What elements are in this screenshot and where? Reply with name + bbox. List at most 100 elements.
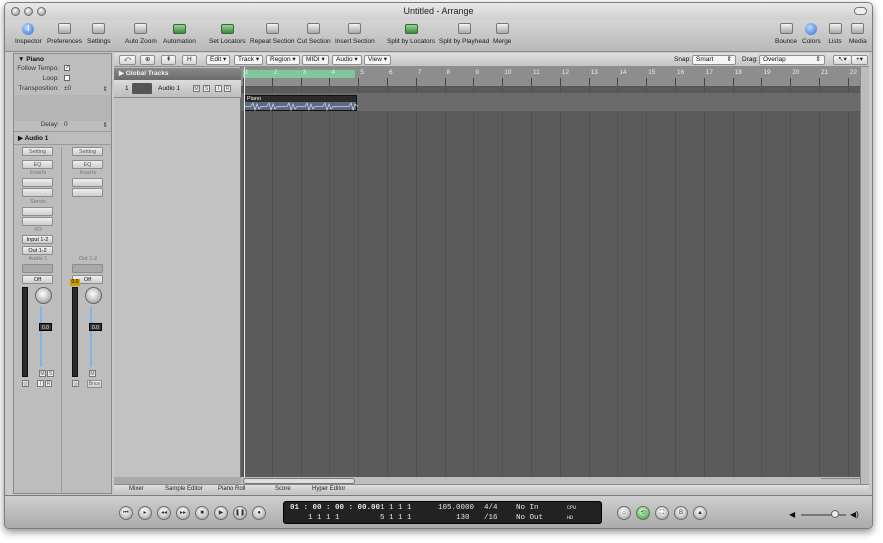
send-slot[interactable] bbox=[22, 207, 53, 216]
preferences-button[interactable]: Preferences bbox=[47, 23, 82, 45]
pencil-tool-icon[interactable]: +▾ bbox=[851, 55, 869, 65]
track-parameters-header[interactable]: ▶ Audio 1 bbox=[14, 131, 111, 145]
play-button[interactable]: ▶ bbox=[214, 506, 228, 520]
follow-tempo-checkbox[interactable]: ✓ bbox=[64, 65, 70, 71]
bounce-button[interactable]: Bnce bbox=[87, 380, 102, 388]
record-button[interactable]: ● bbox=[252, 506, 266, 520]
pause-button[interactable]: ❚❚ bbox=[233, 506, 247, 520]
metronome-button[interactable]: ▲ bbox=[693, 506, 707, 520]
output-button[interactable]: Out 1-2 bbox=[22, 246, 53, 255]
tab-piano-roll[interactable]: Piano Roll bbox=[218, 486, 245, 492]
bar-ruler[interactable]: 1 2 3 4 5 6 7 8 9 10 11 12 13 14 15 16 17 18 19 20 21 22 bbox=[241, 67, 869, 87]
auto-zoom-button[interactable]: Auto Zoom bbox=[125, 23, 157, 45]
snap-select[interactable]: Smart ⇕ bbox=[692, 55, 736, 65]
hide-button[interactable]: H bbox=[182, 55, 197, 65]
stepper-icon[interactable]: ⇕ bbox=[103, 121, 108, 129]
automation-off-button[interactable]: Off bbox=[22, 275, 53, 284]
insert-slot[interactable] bbox=[22, 188, 53, 197]
stop-button[interactable]: ■ bbox=[195, 506, 209, 520]
mute-button[interactable]: M bbox=[193, 85, 200, 92]
audio-region[interactable]: Piano bbox=[244, 95, 358, 111]
lists-button[interactable]: Lists bbox=[827, 23, 843, 45]
track-name[interactable]: Audio 1 bbox=[158, 85, 180, 92]
autopunch-button[interactable]: ⛶ bbox=[655, 506, 669, 520]
insert-section-button[interactable]: Insert Section bbox=[335, 23, 375, 45]
slider-thumb[interactable] bbox=[831, 510, 839, 518]
solo-button[interactable]: S bbox=[203, 85, 210, 92]
edit-menu[interactable]: Edit ▾ bbox=[206, 55, 231, 65]
volume-fader[interactable]: 0.0 bbox=[89, 323, 102, 331]
left-locator[interactable]: 1 1 1 1 bbox=[380, 504, 412, 512]
send-slot[interactable] bbox=[22, 217, 53, 226]
tab-hyper-editor[interactable]: Hyper Editor bbox=[312, 486, 345, 492]
stepper-icon[interactable]: ⇕ bbox=[103, 85, 108, 93]
master-volume-slider[interactable] bbox=[801, 510, 846, 518]
toolbar-toggle-button[interactable] bbox=[854, 7, 867, 15]
time-signature[interactable]: 4/4 bbox=[484, 504, 498, 512]
tracks-area[interactable]: Piano bbox=[241, 87, 869, 477]
insert-slot[interactable] bbox=[72, 178, 103, 187]
repeat-section-button[interactable]: Repeat Section bbox=[250, 23, 294, 45]
cycle-region[interactable] bbox=[243, 70, 355, 78]
input-button[interactable]: Input 1-2 bbox=[22, 235, 53, 244]
eq-button[interactable]: EQ bbox=[22, 160, 53, 169]
division[interactable]: /16 bbox=[484, 514, 498, 522]
automation-mode-slot[interactable] bbox=[72, 264, 103, 273]
region-menu[interactable]: Region ▾ bbox=[266, 55, 300, 65]
play-from-selection-button[interactable]: ▸ bbox=[138, 506, 152, 520]
automation-button[interactable]: Automation bbox=[163, 23, 196, 45]
split-by-playhead-button[interactable]: Split by Playhead bbox=[439, 23, 489, 45]
cut-section-button[interactable]: Cut Section bbox=[297, 23, 331, 45]
pointer-tool-icon[interactable]: ↖▾ bbox=[833, 55, 852, 65]
transposition-value[interactable]: ±0 bbox=[64, 85, 71, 92]
insert-slot[interactable] bbox=[22, 178, 53, 187]
record-enable-button[interactable]: R bbox=[45, 380, 52, 387]
delay-value[interactable]: 0 bbox=[64, 121, 68, 128]
tab-sample-editor[interactable]: Sample Editor bbox=[165, 486, 203, 492]
rewind-button[interactable]: ◂◂ bbox=[157, 506, 171, 520]
eq-button[interactable]: EQ bbox=[72, 160, 103, 169]
input-monitor-button[interactable]: I bbox=[37, 380, 44, 387]
merge-button[interactable]: Merge bbox=[493, 23, 511, 45]
insert-slot[interactable] bbox=[72, 188, 103, 197]
catch-button[interactable]: ⇞ bbox=[161, 55, 177, 65]
tab-mixer[interactable]: Mixer bbox=[129, 486, 144, 492]
loop-checkbox[interactable] bbox=[64, 75, 70, 81]
link-icon[interactable]: ◎ bbox=[72, 380, 79, 387]
media-button[interactable]: Media bbox=[849, 23, 867, 45]
link-button[interactable]: ⊕ bbox=[140, 55, 156, 65]
automation-mode-slot[interactable] bbox=[22, 264, 53, 273]
setting-button[interactable]: Setting bbox=[72, 147, 103, 156]
settings-button[interactable]: Settings bbox=[87, 23, 111, 45]
back-button[interactable]: ⤺ bbox=[119, 55, 136, 65]
view-menu[interactable]: View ▾ bbox=[364, 55, 392, 65]
bounce-button[interactable]: Bounce bbox=[775, 23, 797, 45]
drag-select[interactable]: Overlap ⇕ bbox=[759, 55, 825, 65]
region-parameters-header[interactable]: ▼ Piano bbox=[14, 54, 111, 65]
volume-fader[interactable]: 0.0 bbox=[39, 323, 52, 331]
global-tracks-toggle[interactable]: ▶ Global Tracks bbox=[114, 68, 241, 80]
go-to-beginning-button[interactable]: ⏮ bbox=[119, 506, 133, 520]
mute-button[interactable]: M bbox=[89, 370, 96, 377]
mute-button[interactable]: M bbox=[39, 370, 46, 377]
midi-menu[interactable]: MIDI ▾ bbox=[302, 55, 329, 65]
tab-score[interactable]: Score bbox=[275, 486, 291, 492]
low-latency-button[interactable]: ⌂ bbox=[617, 506, 631, 520]
replace-button[interactable]: B bbox=[674, 506, 688, 520]
solo-button[interactable]: S bbox=[47, 370, 54, 377]
colors-button[interactable]: Colors bbox=[802, 22, 821, 45]
forward-button[interactable]: ▸▸ bbox=[176, 506, 190, 520]
bar-position[interactable]: 1 1 1 1 bbox=[308, 514, 340, 522]
vertical-scrollbar[interactable] bbox=[860, 67, 869, 484]
playhead[interactable] bbox=[244, 67, 245, 477]
set-locators-button[interactable]: Set Locators bbox=[209, 23, 246, 45]
right-locator[interactable]: 5 1 1 1 bbox=[380, 514, 412, 522]
link-icon[interactable]: ◎ bbox=[22, 380, 29, 387]
tempo-display[interactable]: 105.0000 bbox=[438, 504, 474, 512]
setting-button[interactable]: Setting bbox=[22, 147, 53, 156]
input-monitor-button[interactable]: I bbox=[215, 85, 222, 92]
track-row[interactable]: 1 Audio 1 M S I R bbox=[114, 80, 241, 98]
inspector-button[interactable]: i Inspector bbox=[15, 22, 42, 45]
balance-knob[interactable] bbox=[85, 287, 102, 304]
split-by-locators-button[interactable]: Split by Locators bbox=[387, 23, 435, 45]
